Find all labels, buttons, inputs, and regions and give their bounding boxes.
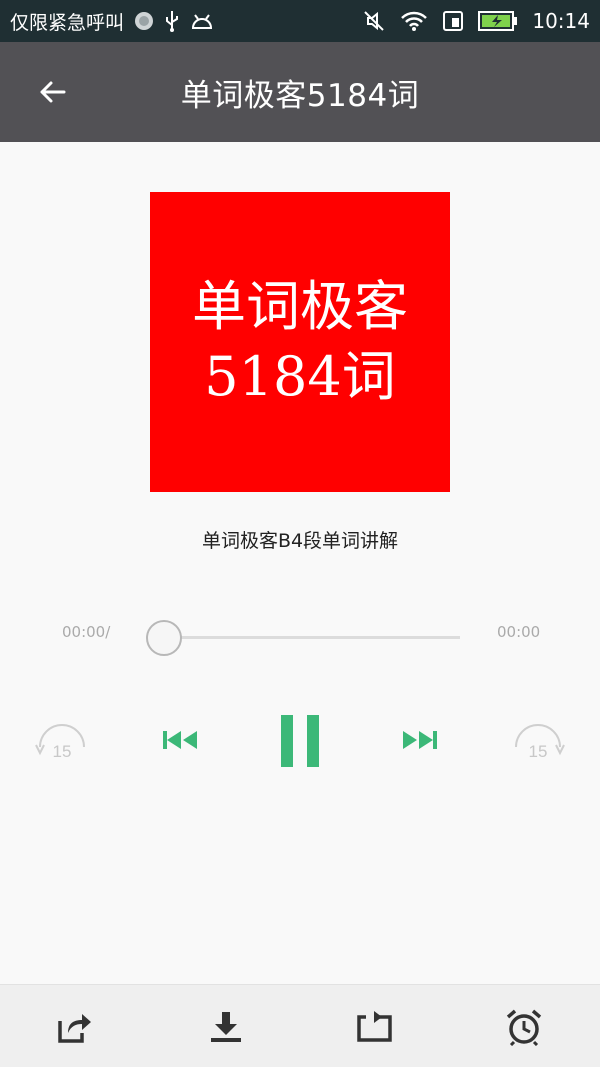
current-time: 00:00/: [62, 623, 111, 641]
pause-icon: [281, 715, 319, 767]
share-icon: [58, 1014, 91, 1043]
album-cover: 单词极客 5184词: [150, 192, 450, 492]
sim-icon: [442, 10, 464, 32]
page-title: 单词极客5184词: [180, 77, 420, 114]
progress-thumb[interactable]: [146, 620, 182, 656]
skip-next-icon: [403, 731, 437, 749]
rewind-icon: 15: [35, 724, 85, 761]
track-title: 单词极客B4段单词讲解: [201, 530, 399, 552]
back-button[interactable]: [28, 70, 76, 114]
share-button[interactable]: [52, 1005, 96, 1049]
mute-icon: [362, 10, 386, 32]
alarm-button[interactable]: [502, 1005, 546, 1049]
arrow-left-icon: [40, 81, 66, 103]
next-button[interactable]: [398, 722, 442, 758]
total-time: 00:00: [497, 623, 541, 641]
download-button[interactable]: [204, 1005, 248, 1049]
progress-bar[interactable]: [164, 636, 460, 639]
repeat-button[interactable]: [352, 1005, 396, 1049]
rewind-15-button[interactable]: 15: [30, 718, 90, 768]
forward-seconds: 15: [529, 742, 548, 761]
battery-charging-icon: [478, 10, 518, 32]
record-icon: [134, 11, 154, 31]
android-icon: [190, 12, 214, 30]
download-icon: [211, 1012, 241, 1042]
usb-icon: [164, 10, 180, 32]
alarm-clock-icon: [506, 1009, 542, 1046]
previous-button[interactable]: [158, 722, 202, 758]
repeat-icon: [357, 1011, 392, 1042]
bottom-toolbar: [0, 984, 600, 1067]
wifi-icon: [400, 10, 428, 32]
status-bar: 仅限紧急呼叫 10:14: [0, 0, 600, 42]
forward-15-button[interactable]: 15: [510, 718, 570, 768]
cover-title-line1: 单词极客: [192, 275, 408, 338]
carrier-text: 仅限紧急呼叫: [10, 11, 125, 34]
fast-forward-icon: 15: [515, 724, 565, 761]
pause-button[interactable]: [274, 708, 326, 772]
rewind-seconds: 15: [53, 742, 72, 761]
cover-title-line2: 5184词: [204, 345, 396, 408]
app-bar: 单词极客5184词: [0, 42, 600, 142]
clock-time: 10:14: [532, 9, 590, 33]
skip-previous-icon: [163, 731, 197, 749]
